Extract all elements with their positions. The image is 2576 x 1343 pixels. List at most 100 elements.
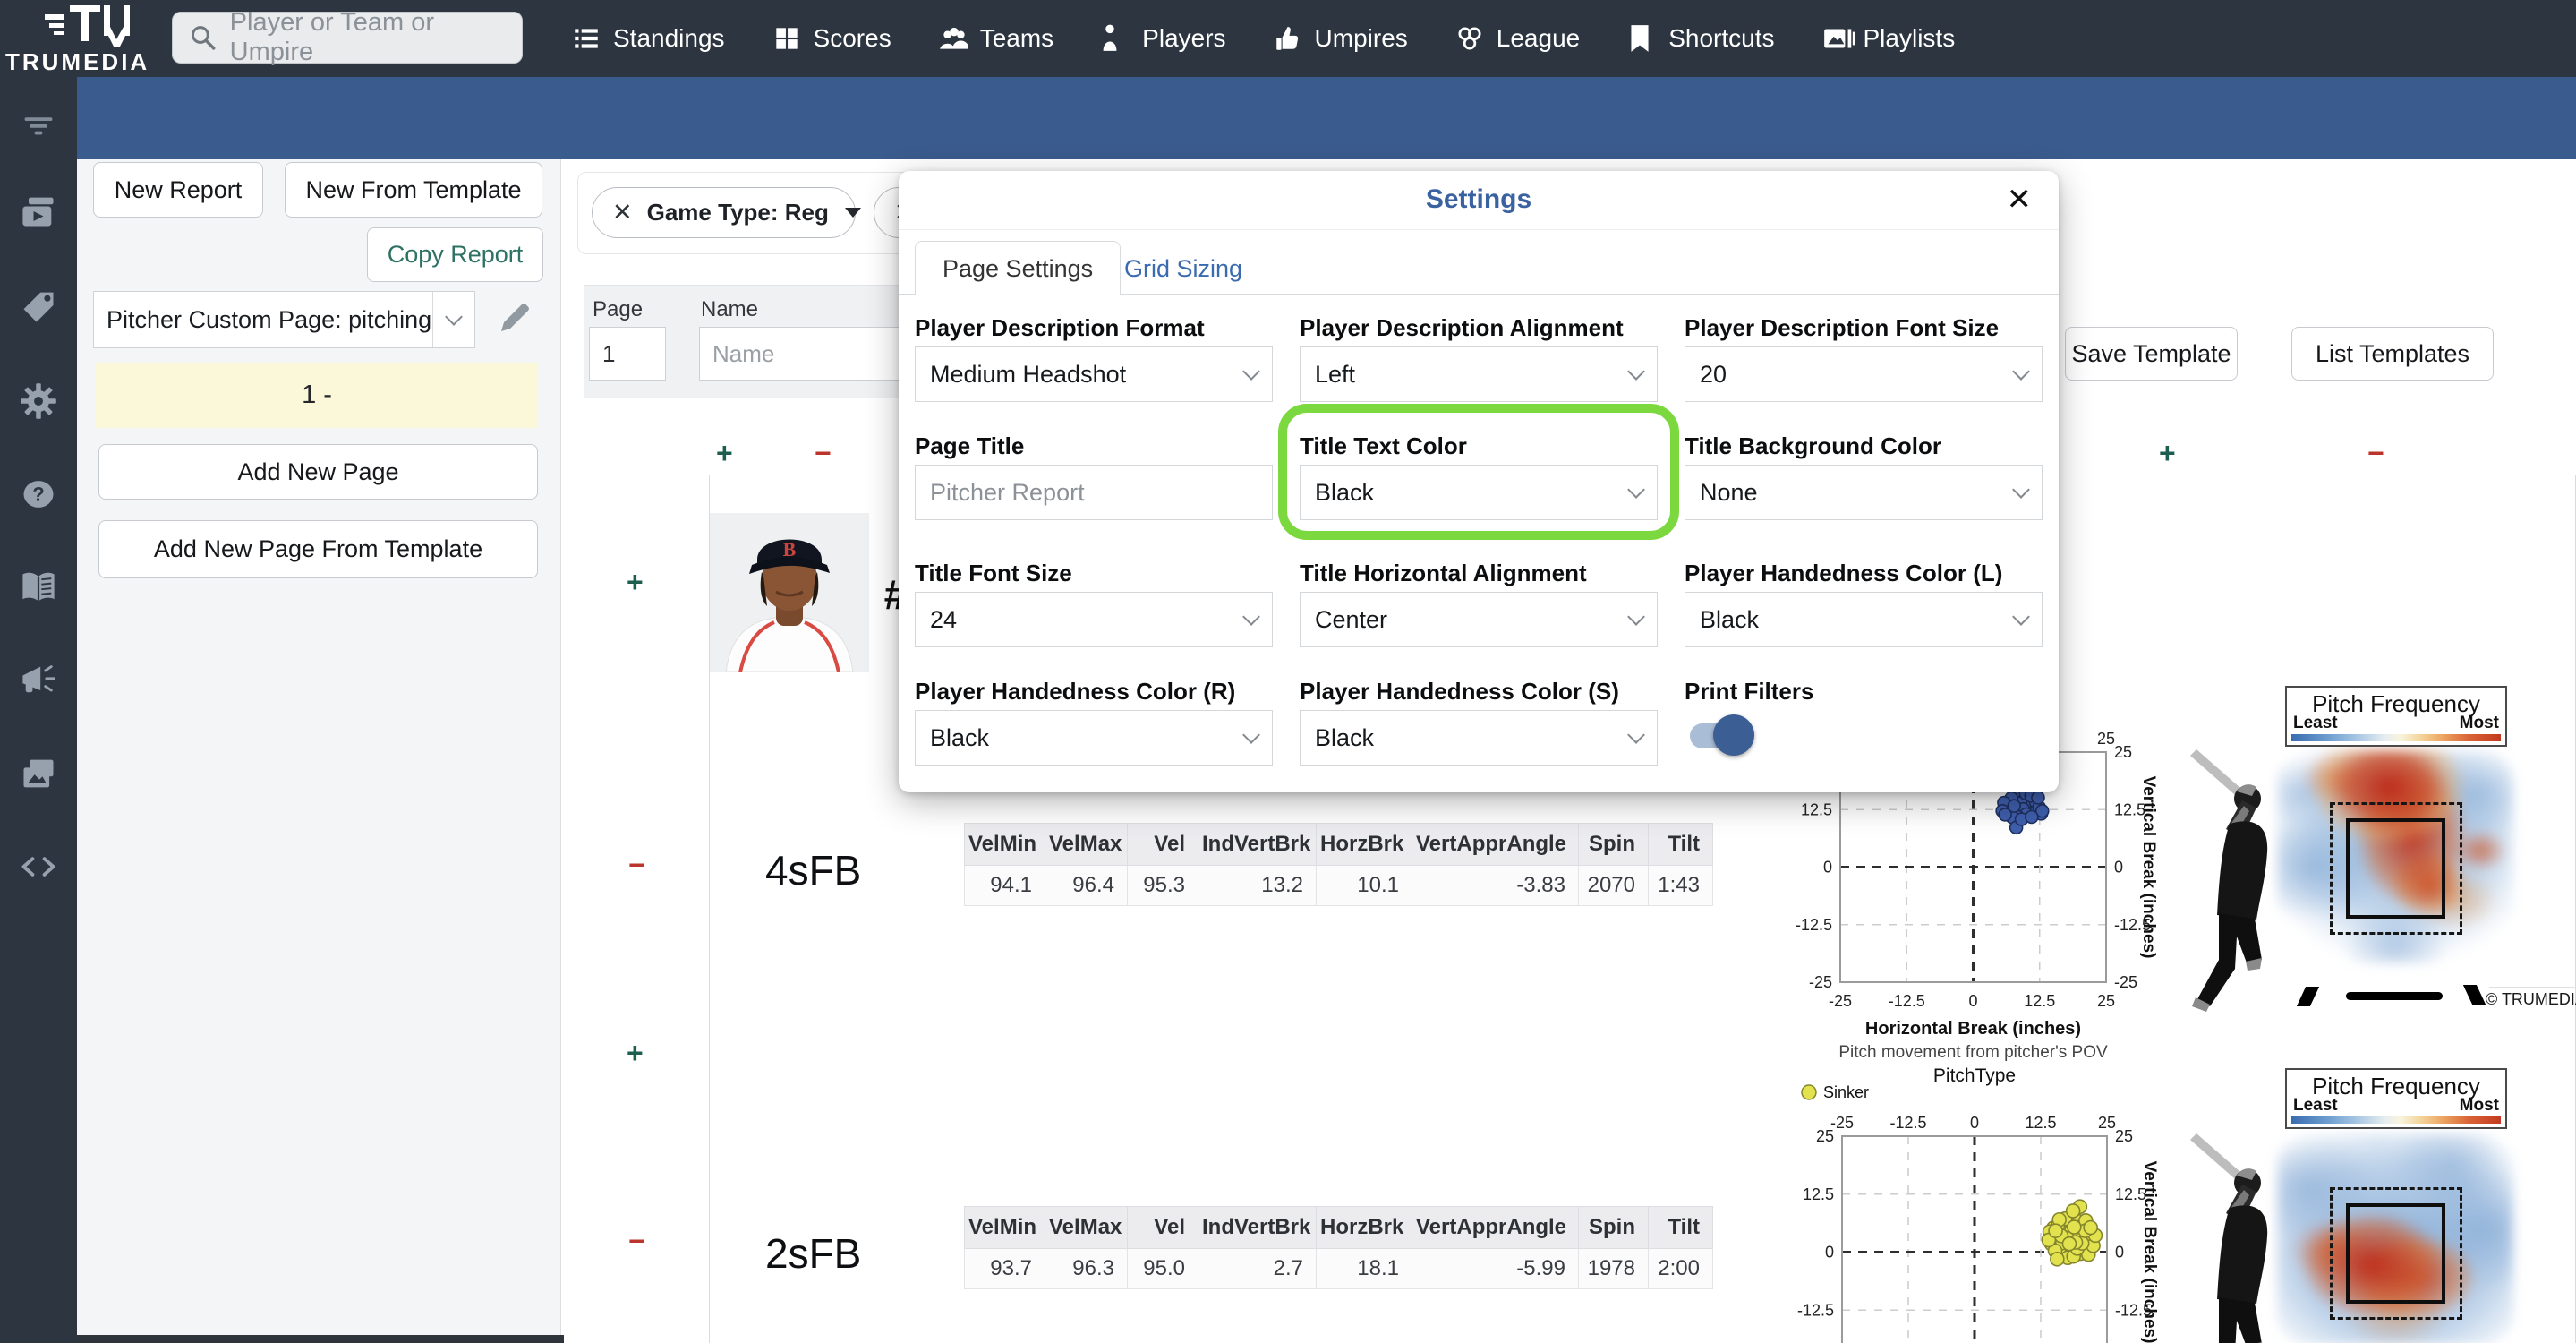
field-label: Player Description Alignment <box>1300 314 1624 341</box>
name-label: Name <box>701 297 759 321</box>
trumedia-logo-icon[interactable] <box>45 4 134 48</box>
gear-icon[interactable] <box>19 381 58 421</box>
page-title-input[interactable]: Pitcher Report <box>915 465 1273 520</box>
tab-grid-sizing[interactable]: Grid Sizing <box>1124 255 1242 283</box>
icon-sidebar: ? <box>0 77 77 1343</box>
chevron-down-icon <box>1242 726 1260 744</box>
pitch-table-row-0: 94.1 96.4 95.3 13.2 10.1 -3.83 2070 1:43 <box>964 865 1713 906</box>
svg-text:PitchType: PitchType <box>1933 1065 2016 1086</box>
remove-filter-icon[interactable]: ✕ <box>612 199 633 227</box>
svg-text:-12.5: -12.5 <box>1889 1114 1926 1132</box>
add-column-button[interactable]: + <box>716 437 733 470</box>
nav-item-players[interactable]: Players <box>1077 0 1249 77</box>
svg-text:-25: -25 <box>1809 973 1832 991</box>
list-templates-button[interactable]: List Templates <box>2291 327 2494 381</box>
edit-pencil-icon[interactable] <box>498 301 532 335</box>
save-template-button[interactable]: Save Template <box>2065 327 2238 381</box>
svg-text:0: 0 <box>1823 859 1832 877</box>
svg-text:0: 0 <box>1968 992 1977 1010</box>
col-header: VelMin <box>964 1206 1045 1249</box>
svg-text:0: 0 <box>2114 859 2123 877</box>
title-font-size-select[interactable]: 24 <box>915 592 1273 647</box>
nav-item-standings[interactable]: Standings <box>548 0 748 77</box>
filter-lines-icon[interactable] <box>19 106 58 145</box>
stat-cell: 95.0 <box>1127 1248 1198 1289</box>
player-handedness-color-r-select[interactable]: Black <box>915 710 1273 766</box>
svg-text:Vertical Break (inches): Vertical Break (inches) <box>2139 776 2158 959</box>
nav-item-umpires[interactable]: Umpires <box>1250 0 1431 77</box>
new-report-button[interactable]: New Report <box>93 162 263 218</box>
add-row-button[interactable]: + <box>627 566 644 599</box>
remove-row-button[interactable]: − <box>628 1225 645 1258</box>
stat-cell: 95.3 <box>1127 865 1198 906</box>
player-handedness-color-s-select[interactable]: Black <box>1300 710 1658 766</box>
col-header: VelMax <box>1045 1206 1128 1249</box>
book-icon[interactable] <box>19 568 58 607</box>
search-input[interactable]: Player or Team or Umpire <box>172 8 523 66</box>
title-background-color-select[interactable]: None <box>1685 465 2043 520</box>
stat-cell: 1978 <box>1578 1248 1649 1289</box>
player-description-alignment-select[interactable]: Left <box>1300 346 1658 402</box>
field-label: Page Title <box>915 432 1025 459</box>
new-from-template-button[interactable]: New From Template <box>285 162 542 218</box>
pitch-type-label: 2sFB <box>765 1230 862 1277</box>
nav-item-teams[interactable]: Teams <box>915 0 1077 77</box>
search-placeholder: Player or Team or Umpire <box>229 8 434 66</box>
close-icon[interactable]: ✕ <box>2007 182 2033 218</box>
add-row-button[interactable]: + <box>627 1037 644 1070</box>
col-header: HorzBrk <box>1316 1206 1412 1249</box>
remove-row-button[interactable]: − <box>628 849 645 882</box>
help-icon[interactable]: ? <box>19 475 58 514</box>
modal-header: Settings ✕ <box>899 171 2059 230</box>
chevron-down-icon <box>1242 608 1260 626</box>
chevron-down-icon <box>1627 726 1645 744</box>
heatmap-legend: Pitch Frequency Least Most <box>2285 686 2507 747</box>
megaphone-icon[interactable] <box>19 661 58 700</box>
pitch-stats-table: VelMin VelMax Vel IndVertBrk HorzBrk VertAppr… <box>964 1206 1713 1289</box>
nav-item-shortcuts[interactable]: Shortcuts <box>1603 0 1797 77</box>
title-text-color-select[interactable]: Black <box>1300 465 1658 520</box>
remove-column-button[interactable]: − <box>2367 437 2384 470</box>
player-description-font-size-select[interactable]: 20 <box>1685 346 2043 402</box>
copy-report-button[interactable]: Copy Report <box>367 227 543 282</box>
svg-text:B: B <box>783 538 797 560</box>
horizontal-scrollbar[interactable] <box>77 1335 564 1343</box>
nav-item-league[interactable]: League <box>1431 0 1603 77</box>
svg-text:-12.5: -12.5 <box>1796 916 1832 934</box>
title-horizontal-alignment-select[interactable]: Center <box>1300 592 1658 647</box>
add-column-button[interactable]: + <box>2159 437 2176 470</box>
main-nav: Standings Scores Teams Players Umpires League… <box>548 0 1978 77</box>
chevron-down-icon <box>1627 363 1645 381</box>
top-navbar: TRUMEDIA Player or Team or Umpire Standi… <box>0 0 2576 77</box>
svg-text:25: 25 <box>2097 730 2115 748</box>
add-new-page-button[interactable]: Add New Page <box>98 444 538 500</box>
video-playlist-icon[interactable] <box>19 192 58 231</box>
chevron-down-icon <box>2012 608 2030 626</box>
player-handedness-color-l-select[interactable]: Black <box>1685 592 2043 647</box>
svg-text:12.5: 12.5 <box>1801 800 1832 818</box>
stat-cell: 1:43 <box>1648 865 1713 906</box>
page-number-input[interactable]: 1 <box>589 327 666 381</box>
tag-icon[interactable] <box>19 287 58 326</box>
remove-column-button[interactable]: − <box>815 437 832 470</box>
add-new-page-from-template-button[interactable]: Add New Page From Template <box>98 520 538 578</box>
nav-item-playlists[interactable]: Playlists <box>1798 0 1979 77</box>
nav-item-scores[interactable]: Scores <box>748 0 915 77</box>
chevron-down-icon <box>2012 363 2030 381</box>
plate-mark <box>2346 992 2443 1000</box>
page-list-item-1[interactable]: 1 - <box>96 363 538 428</box>
code-icon[interactable] <box>19 847 58 886</box>
svg-text:Horizontal Break (inches): Horizontal Break (inches) <box>1865 1019 2081 1039</box>
print-filters-toggle[interactable] <box>1685 710 1765 760</box>
col-header: VertApprAngle <box>1412 823 1579 866</box>
report-page-select[interactable]: Pitcher Custom Page: pitching -... <box>93 291 475 348</box>
svg-text:Pitch movement from pitcher's: Pitch movement from pitcher's POV <box>1838 1043 2108 1062</box>
stat-cell: 2070 <box>1578 865 1649 906</box>
tab-page-settings[interactable]: Page Settings <box>915 241 1122 295</box>
col-header: Tilt <box>1648 1206 1713 1249</box>
stat-cell: 2:00 <box>1648 1248 1713 1289</box>
filter-chip-game-type[interactable]: ✕ Game Type: Reg <box>592 187 861 238</box>
player-description-format-select[interactable]: Medium Headshot <box>915 346 1273 402</box>
batter-silhouette-icon <box>2190 749 2268 1012</box>
images-icon[interactable] <box>19 754 58 793</box>
